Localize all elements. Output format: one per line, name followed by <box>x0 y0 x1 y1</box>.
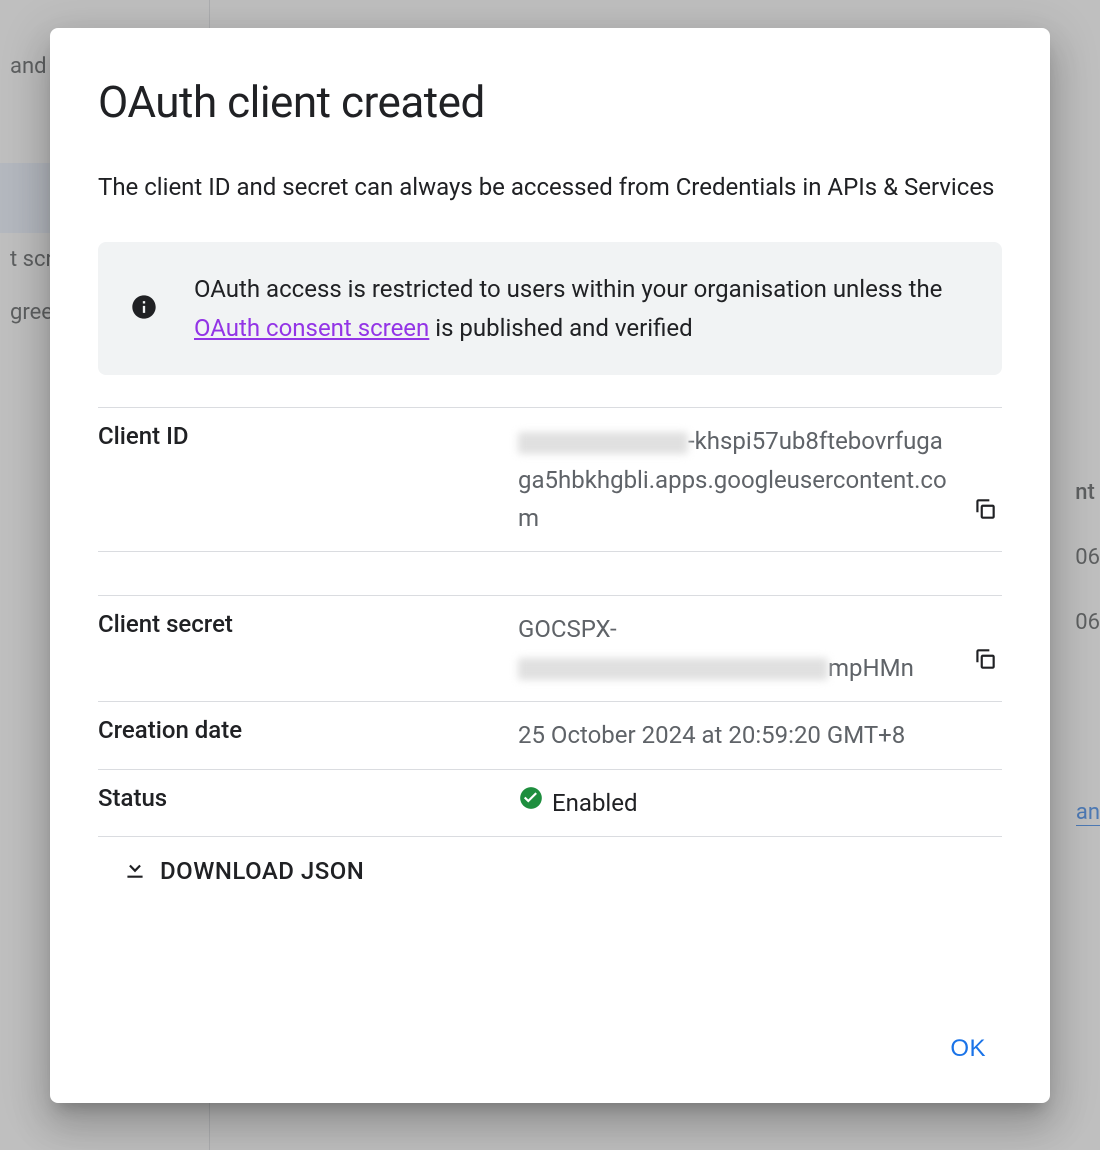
oauth-client-created-modal: OAuth client created The client ID and s… <box>50 28 1050 1103</box>
modal-actions: OK <box>98 1011 1002 1071</box>
check-circle-icon <box>518 784 544 822</box>
creation-date-value: 25 October 2024 at 20:59:20 GMT+8 <box>518 716 1002 754</box>
download-icon <box>122 855 148 887</box>
status-label: Status <box>98 784 518 812</box>
client-secret-label: Client secret <box>98 610 518 638</box>
redacted-segment <box>518 432 688 454</box>
client-secret-row: Client secret GOCSPX- mpHMn <box>98 595 1002 701</box>
info-icon <box>130 293 158 325</box>
client-id-row: Client ID -khspi57ub8ftebovrfugaga5hbkhg… <box>98 407 1002 551</box>
creation-date-label: Creation date <box>98 716 518 744</box>
client-id-value: -khspi57ub8ftebovrfugaga5hbkhgbli.apps.g… <box>518 422 952 537</box>
info-banner-text: OAuth access is restricted to users with… <box>194 270 970 347</box>
ok-button[interactable]: OK <box>934 1027 1002 1071</box>
client-secret-value: GOCSPX- mpHMn <box>518 610 952 687</box>
redacted-segment <box>518 658 828 680</box>
status-row: Status Enabled <box>98 769 1002 837</box>
oauth-consent-screen-link[interactable]: OAuth consent screen <box>194 314 429 342</box>
client-id-label: Client ID <box>98 422 518 450</box>
download-json-button[interactable]: DOWNLOAD JSON <box>98 837 1002 905</box>
copy-client-secret-button[interactable] <box>968 641 1002 687</box>
modal-title: OAuth client created <box>98 76 1002 128</box>
copy-client-id-button[interactable] <box>968 491 1002 537</box>
modal-subtitle: The client ID and secret can always be a… <box>98 168 1002 206</box>
status-value: Enabled <box>552 784 638 822</box>
info-banner: OAuth access is restricted to users with… <box>98 242 1002 375</box>
creation-date-row: Creation date 25 October 2024 at 20:59:2… <box>98 701 1002 768</box>
